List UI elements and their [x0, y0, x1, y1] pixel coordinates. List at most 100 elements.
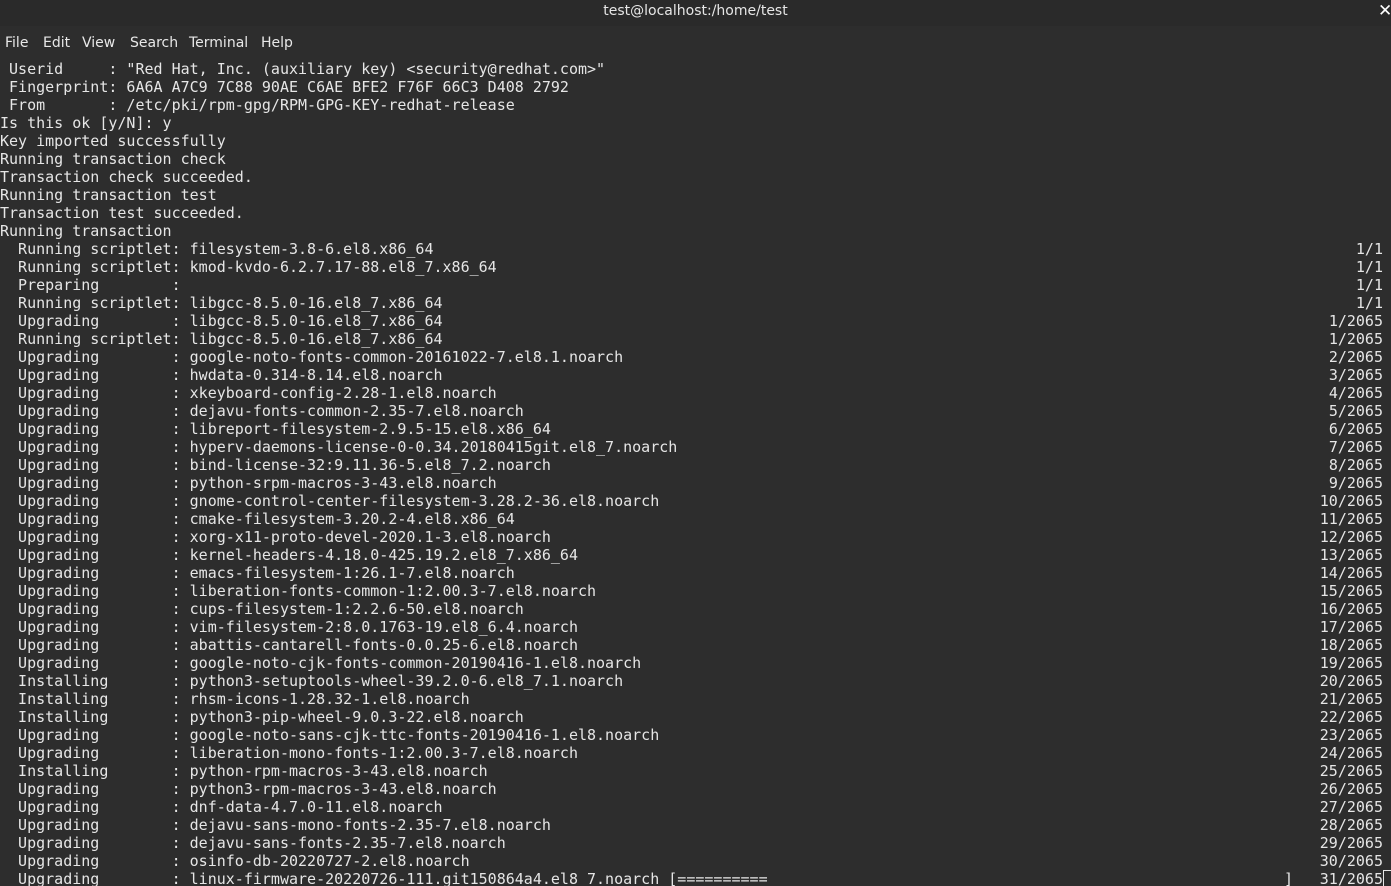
terminal-line-count: 23/2065: [1319, 726, 1383, 744]
terminal-line-count: 24/2065: [1319, 744, 1383, 762]
terminal-line: Key imported successfully: [0, 132, 1391, 150]
window-title: test@localhost:/home/test: [603, 3, 788, 19]
terminal-line: Running scriptlet: filesystem-3.8-6.el8.…: [0, 240, 1391, 258]
menu-search[interactable]: Search: [130, 35, 178, 51]
terminal-line-count: 29/2065: [1319, 834, 1383, 852]
terminal-line-text: Running transaction check: [0, 150, 226, 168]
terminal-line-count: 22/2065: [1319, 708, 1383, 726]
terminal-line: From : /etc/pki/rpm-gpg/RPM-GPG-KEY-redh…: [0, 96, 1391, 114]
terminal-line-count: 27/2065: [1319, 798, 1383, 816]
terminal-line-count: 18/2065: [1319, 636, 1383, 654]
terminal-line: Upgrading : liberation-fonts-common-1:2.…: [0, 582, 1391, 600]
terminal-line: Upgrading : kernel-headers-4.18.0-425.19…: [0, 546, 1391, 564]
terminal-line: Installing : python-rpm-macros-3-43.el8.…: [0, 762, 1391, 780]
terminal-line: Upgrading : gnome-control-center-filesys…: [0, 492, 1391, 510]
terminal-line: Installing : python3-pip-wheel-9.0.3-22.…: [0, 708, 1391, 726]
terminal-line-count: 19/2065: [1319, 654, 1383, 672]
terminal-line-count: 17/2065: [1319, 618, 1383, 636]
terminal-line-count: 2/2065: [1328, 348, 1383, 366]
terminal-line: Upgrading : python-srpm-macros-3-43.el8.…: [0, 474, 1391, 492]
menu-bar: File Edit View Search Terminal Help: [0, 30, 1391, 58]
terminal-line-text: Upgrading : abattis-cantarell-fonts-0.0.…: [0, 636, 578, 654]
terminal-line: Transaction test succeeded.: [0, 204, 1391, 222]
terminal-line-text: Installing : rhsm-icons-1.28.32-1.el8.no…: [0, 690, 470, 708]
terminal-line-text: Upgrading : liberation-fonts-common-1:2.…: [0, 582, 597, 600]
terminal-line-count: 4/2065: [1328, 384, 1383, 402]
terminal-line-text: Upgrading : emacs-filesystem-1:26.1-7.el…: [0, 564, 515, 582]
terminal-line-text: Upgrading : dejavu-sans-fonts-2.35-7.el8…: [0, 834, 506, 852]
terminal-line-text: Running scriptlet: libgcc-8.5.0-16.el8_7…: [0, 330, 443, 348]
text-cursor: [1383, 870, 1391, 886]
terminal-output[interactable]: Userid : "Red Hat, Inc. (auxiliary key) …: [0, 59, 1391, 886]
menu-terminal[interactable]: Terminal: [189, 35, 248, 51]
terminal-line-text: Upgrading : bind-license-32:9.11.36-5.el…: [0, 456, 551, 474]
menu-view[interactable]: View: [82, 35, 115, 51]
terminal-line-count: 6/2065: [1328, 420, 1383, 438]
title-bar[interactable]: test@localhost:/home/test ✕: [0, 0, 1391, 26]
terminal-line: Upgrading : osinfo-db-20220727-2.el8.noa…: [0, 852, 1391, 870]
terminal-line-text: Upgrading : python-srpm-macros-3-43.el8.…: [0, 474, 497, 492]
menu-edit[interactable]: Edit: [43, 35, 70, 51]
terminal-line-text: Upgrading : liberation-mono-fonts-1:2.00…: [0, 744, 578, 762]
terminal-line: Upgrading : google-noto-fonts-common-201…: [0, 348, 1391, 366]
terminal-line: Fingerprint: 6A6A A7C9 7C88 90AE C6AE BF…: [0, 78, 1391, 96]
terminal-line-count: 1/1: [1355, 258, 1383, 276]
progress-bar-end: ]: [1284, 870, 1294, 886]
terminal-line-text: Upgrading : vim-filesystem-2:8.0.1763-19…: [0, 618, 578, 636]
terminal-line-count: 5/2065: [1328, 402, 1383, 420]
close-icon[interactable]: ✕: [1378, 1, 1391, 23]
terminal-line-text: Running scriptlet: libgcc-8.5.0-16.el8_7…: [0, 294, 443, 312]
terminal-line: Upgrading : xkeyboard-config-2.28-1.el8.…: [0, 384, 1391, 402]
terminal-line: Upgrading : google-noto-sans-cjk-ttc-fon…: [0, 726, 1391, 744]
terminal-line-text: Running scriptlet: kmod-kvdo-6.2.7.17-88…: [0, 258, 497, 276]
terminal-line-text: Userid : "Red Hat, Inc. (auxiliary key) …: [0, 60, 606, 78]
terminal-line-text: Fingerprint: 6A6A A7C9 7C88 90AE C6AE BF…: [0, 78, 569, 96]
terminal-line: Upgrading : vim-filesystem-2:8.0.1763-19…: [0, 618, 1391, 636]
terminal-line-text: Transaction check succeeded.: [0, 168, 253, 186]
terminal-line: Upgrading : google-noto-cjk-fonts-common…: [0, 654, 1391, 672]
terminal-line-count: 26/2065: [1319, 780, 1383, 798]
terminal-line-text: Running transaction test: [0, 186, 217, 204]
menu-file[interactable]: File: [5, 35, 28, 51]
terminal-line-count: 1/1: [1355, 276, 1383, 294]
terminal-line-text: Upgrading : google-noto-sans-cjk-ttc-fon…: [0, 726, 660, 744]
terminal-line-count: 16/2065: [1319, 600, 1383, 618]
terminal-line-count: 11/2065: [1319, 510, 1383, 528]
terminal-line: Upgrading : dejavu-sans-fonts-2.35-7.el8…: [0, 834, 1391, 852]
terminal-line-text: Upgrading : xorg-x11-proto-devel-2020.1-…: [0, 528, 551, 546]
terminal-line-text: From : /etc/pki/rpm-gpg/RPM-GPG-KEY-redh…: [0, 96, 515, 114]
terminal-line-text: Upgrading : kernel-headers-4.18.0-425.19…: [0, 546, 578, 564]
terminal-line-count: 8/2065: [1328, 456, 1383, 474]
terminal-line: Running scriptlet: kmod-kvdo-6.2.7.17-88…: [0, 258, 1391, 276]
terminal-line-count: 15/2065: [1319, 582, 1383, 600]
terminal-line-count: 9/2065: [1328, 474, 1383, 492]
terminal-line: Upgrading : python3-rpm-macros-3-43.el8.…: [0, 780, 1391, 798]
terminal-line-count: 20/2065: [1319, 672, 1383, 690]
terminal-line-text: Upgrading : gnome-control-center-filesys…: [0, 492, 660, 510]
terminal-line: Upgrading : cmake-filesystem-3.20.2-4.el…: [0, 510, 1391, 528]
terminal-line-count: 30/2065: [1319, 852, 1383, 870]
terminal-line: Transaction check succeeded.: [0, 168, 1391, 186]
terminal-line: Running transaction: [0, 222, 1391, 240]
terminal-line-count: 12/2065: [1319, 528, 1383, 546]
terminal-line: Upgrading : hwdata-0.314-8.14.el8.noarch…: [0, 366, 1391, 384]
terminal-line-text: Installing : python3-pip-wheel-9.0.3-22.…: [0, 708, 524, 726]
terminal-line: Upgrading : xorg-x11-proto-devel-2020.1-…: [0, 528, 1391, 546]
terminal-line-text: Upgrading : cups-filesystem-1:2.2.6-50.e…: [0, 600, 524, 618]
terminal-line: Upgrading : dejavu-sans-mono-fonts-2.35-…: [0, 816, 1391, 834]
terminal-line: Is this ok [y/N]: y: [0, 114, 1391, 132]
progress-line-text: Upgrading : linux-firmware-20220726-111.…: [0, 870, 768, 886]
terminal-line: Upgrading : hyperv-daemons-license-0-0.3…: [0, 438, 1391, 456]
terminal-line: Upgrading : cups-filesystem-1:2.2.6-50.e…: [0, 600, 1391, 618]
menu-help[interactable]: Help: [261, 35, 293, 51]
terminal-line: Preparing : 1/1: [0, 276, 1391, 294]
terminal-line-count: 14/2065: [1319, 564, 1383, 582]
terminal-line: Upgrading : libgcc-8.5.0-16.el8_7.x86_64…: [0, 312, 1391, 330]
terminal-line-count: 3/2065: [1328, 366, 1383, 384]
terminal-line: Upgrading : emacs-filesystem-1:26.1-7.el…: [0, 564, 1391, 582]
terminal-line: Upgrading : dnf-data-4.7.0-11.el8.noarch…: [0, 798, 1391, 816]
terminal-line: Running scriptlet: libgcc-8.5.0-16.el8_7…: [0, 294, 1391, 312]
terminal-line-text: Upgrading : osinfo-db-20220727-2.el8.noa…: [0, 852, 470, 870]
terminal-window: test@localhost:/home/test ✕ File Edit Vi…: [0, 0, 1391, 886]
terminal-line-count: 1/1: [1355, 294, 1383, 312]
